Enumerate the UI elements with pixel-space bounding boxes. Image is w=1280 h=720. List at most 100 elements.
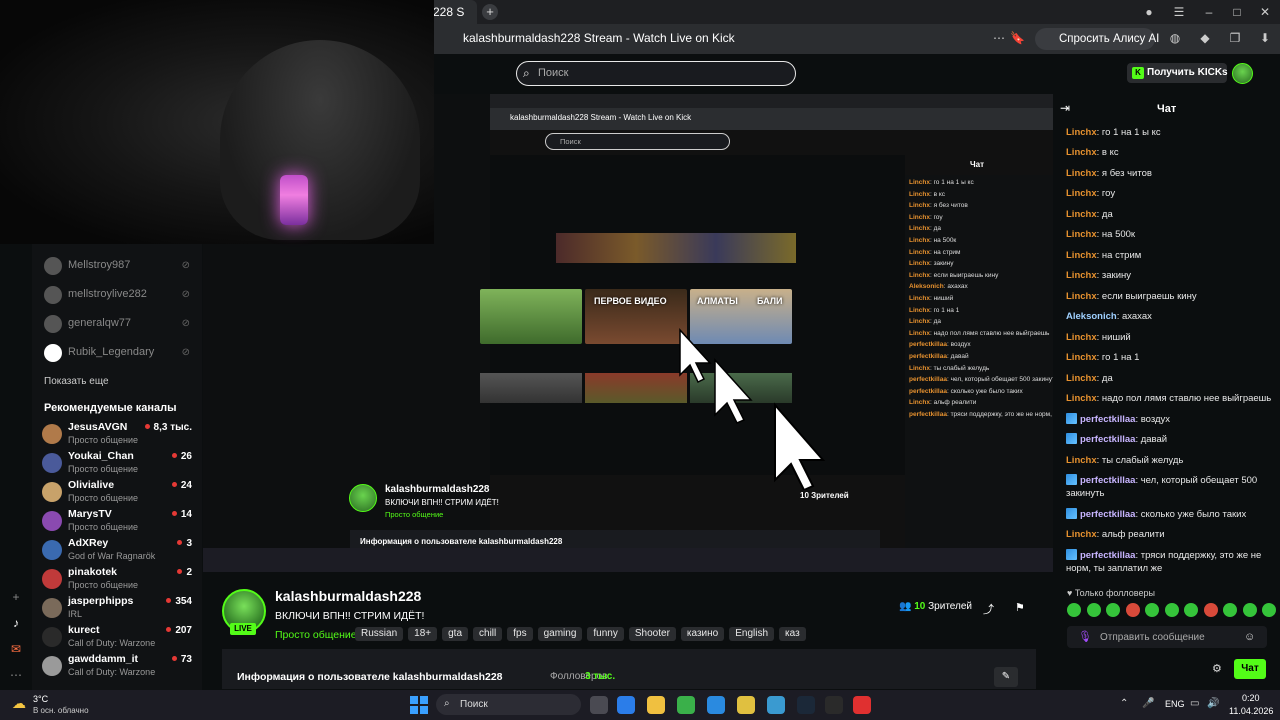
volume-icon[interactable]: 🔊 (1207, 698, 1219, 709)
chat-username[interactable]: perfectkillaa (1080, 434, 1135, 445)
mail-icon[interactable]: ✉ (8, 642, 24, 658)
tray-expand-icon[interactable]: ⌃ (1120, 698, 1128, 709)
recommended-channel[interactable]: JesusAVGN Просто общение 8,3 тыс. (42, 420, 194, 449)
stream-category-link[interactable]: Просто общение (275, 629, 357, 641)
emote-icon[interactable] (1223, 603, 1237, 617)
tiktok-icon[interactable]: ♪ (8, 616, 24, 632)
chat-username[interactable]: Linchx (1066, 168, 1097, 179)
favorite-channel[interactable]: mellstroylive282 ⊘ (44, 284, 194, 306)
favorite-channel[interactable]: Rubik_Legendary ⊘ (44, 342, 194, 364)
tag[interactable]: English (729, 627, 775, 641)
app-icon[interactable] (737, 696, 755, 714)
favorite-channel[interactable]: Mellstroy987 ⊘ (44, 255, 194, 277)
obs-icon[interactable] (825, 696, 843, 714)
tag[interactable]: каз (779, 627, 806, 641)
emoji-icon[interactable]: ☺ (1244, 631, 1255, 643)
more-icon[interactable]: ⋯ (8, 668, 24, 684)
tag[interactable]: gaming (537, 627, 583, 641)
profile-avatar-icon[interactable]: ● (1140, 4, 1158, 20)
menu-icon[interactable]: ☰ (1170, 4, 1188, 20)
minimize-icon[interactable]: – (1200, 4, 1218, 20)
chrome-icon[interactable] (677, 696, 695, 714)
emote-icon[interactable] (1203, 603, 1218, 617)
mic-tray-icon[interactable]: 🎤 (1142, 698, 1154, 709)
explorer-icon[interactable] (647, 696, 665, 714)
collapse-chat-icon[interactable]: ⇥ (1060, 101, 1070, 115)
weather-icon[interactable]: ☁ (12, 695, 26, 712)
chat-username[interactable]: Linchx (1066, 147, 1097, 158)
favorite-channel[interactable]: generalqw77 ⊘ (44, 313, 194, 335)
recommended-channel[interactable]: jasperphipps IRL 354 (42, 594, 194, 623)
channel-name[interactable]: kalashburmaldash228 (275, 588, 421, 604)
start-button[interactable] (410, 696, 428, 714)
collections-icon[interactable]: ❐ (1228, 31, 1242, 45)
telegram-icon[interactable] (767, 696, 785, 714)
recommended-channel[interactable]: MarysTV Просто общение 14 (42, 507, 194, 536)
monitor-icon[interactable]: ▭ (1190, 698, 1199, 709)
chat-username[interactable]: Linchx (1066, 229, 1097, 240)
tag[interactable]: казино (680, 627, 725, 641)
emote-icon[interactable] (1125, 603, 1140, 617)
chat-username[interactable]: Linchx (1066, 250, 1097, 261)
recommended-channel[interactable]: Olivialive Просто общение 24 (42, 478, 194, 507)
chat-username[interactable]: perfectkillaa (1080, 475, 1135, 486)
tag[interactable]: 18+ (408, 627, 438, 641)
emote-icon[interactable] (1145, 603, 1159, 617)
emote-icon[interactable] (1086, 603, 1101, 617)
language-indicator[interactable]: ENG (1165, 699, 1185, 709)
add-icon[interactable]: + (8, 590, 24, 606)
taskbar-search[interactable]: Поиск (436, 694, 581, 715)
close-icon[interactable]: ✕ (1256, 4, 1274, 20)
recommended-channel[interactable]: pinakotek Просто общение 2 (42, 565, 194, 594)
recommended-channel[interactable]: kurect Call of Duty: Warzone 207 (42, 623, 194, 652)
chat-username[interactable]: Aleksonich (1066, 311, 1117, 322)
tag[interactable]: funny (587, 627, 624, 641)
new-tab-button[interactable]: + (482, 4, 498, 20)
chat-username[interactable]: Linchx (1066, 291, 1097, 302)
gear-icon[interactable]: ⚙ (1212, 662, 1222, 675)
emote-icon[interactable] (1262, 603, 1276, 617)
emote-icon[interactable] (1067, 603, 1081, 617)
chat-send-button[interactable]: Чат (1234, 659, 1266, 679)
emote-icon[interactable] (1106, 603, 1120, 617)
recommended-channel[interactable]: AdXRey God of War Ragnarök 3 (42, 536, 194, 565)
globe-icon[interactable]: ◍ (1168, 31, 1182, 45)
show-more-link[interactable]: Показать еще (44, 376, 109, 387)
more-icon[interactable]: ⋯ (992, 31, 1006, 45)
clock-date[interactable]: 11.04.2026 (1229, 706, 1273, 716)
chat-username[interactable]: perfectkillaa (1080, 550, 1135, 561)
tag[interactable]: chill (473, 627, 503, 641)
edge-icon[interactable] (617, 696, 635, 714)
chat-username[interactable]: Linchx (1066, 270, 1097, 281)
share-icon[interactable]: ⤴ (983, 601, 994, 617)
task-view-icon[interactable] (590, 696, 608, 714)
chat-username[interactable]: Linchx (1066, 127, 1097, 138)
chat-username[interactable]: perfectkillaa (1080, 509, 1135, 520)
tag[interactable]: fps (507, 627, 533, 641)
yandex-browser-icon[interactable] (853, 696, 871, 714)
chat-username[interactable]: Linchx (1066, 332, 1097, 343)
edit-button[interactable]: ✎ (994, 667, 1018, 687)
recommended-channel[interactable]: Youkai_Chan Просто общение 26 (42, 449, 194, 478)
emote-icon[interactable] (1184, 603, 1198, 617)
recommended-channel[interactable]: gawddamm_it Call of Duty: Warzone 73 (42, 652, 194, 681)
tag[interactable]: Russian (355, 627, 404, 641)
bookmark-icon[interactable]: 🔖 (1010, 31, 1025, 45)
chat-username[interactable]: Linchx (1066, 393, 1097, 404)
chat-username[interactable]: Linchx (1066, 529, 1097, 540)
user-avatar[interactable] (1232, 63, 1253, 84)
chat-username[interactable]: Linchx (1066, 373, 1097, 384)
download-icon[interactable]: ⬇ (1258, 31, 1272, 45)
chat-username[interactable]: Linchx (1066, 209, 1097, 220)
chat-username[interactable]: Linchx (1066, 352, 1097, 363)
extension-icon[interactable]: ◆ (1198, 31, 1212, 45)
tag[interactable]: gta (442, 627, 469, 641)
clock-time[interactable]: 0:20 (1242, 693, 1260, 703)
ask-alisa-button[interactable]: Спросить Алису AI (1035, 28, 1159, 50)
chat-username[interactable]: perfectkillaa (1080, 414, 1135, 425)
chat-username[interactable]: Linchx (1066, 188, 1097, 199)
emote-icon[interactable] (1164, 603, 1179, 617)
emote-icon[interactable] (1242, 603, 1257, 617)
user-options-icon[interactable]: ⚑ (1015, 601, 1025, 614)
maximize-icon[interactable]: □ (1228, 4, 1246, 20)
